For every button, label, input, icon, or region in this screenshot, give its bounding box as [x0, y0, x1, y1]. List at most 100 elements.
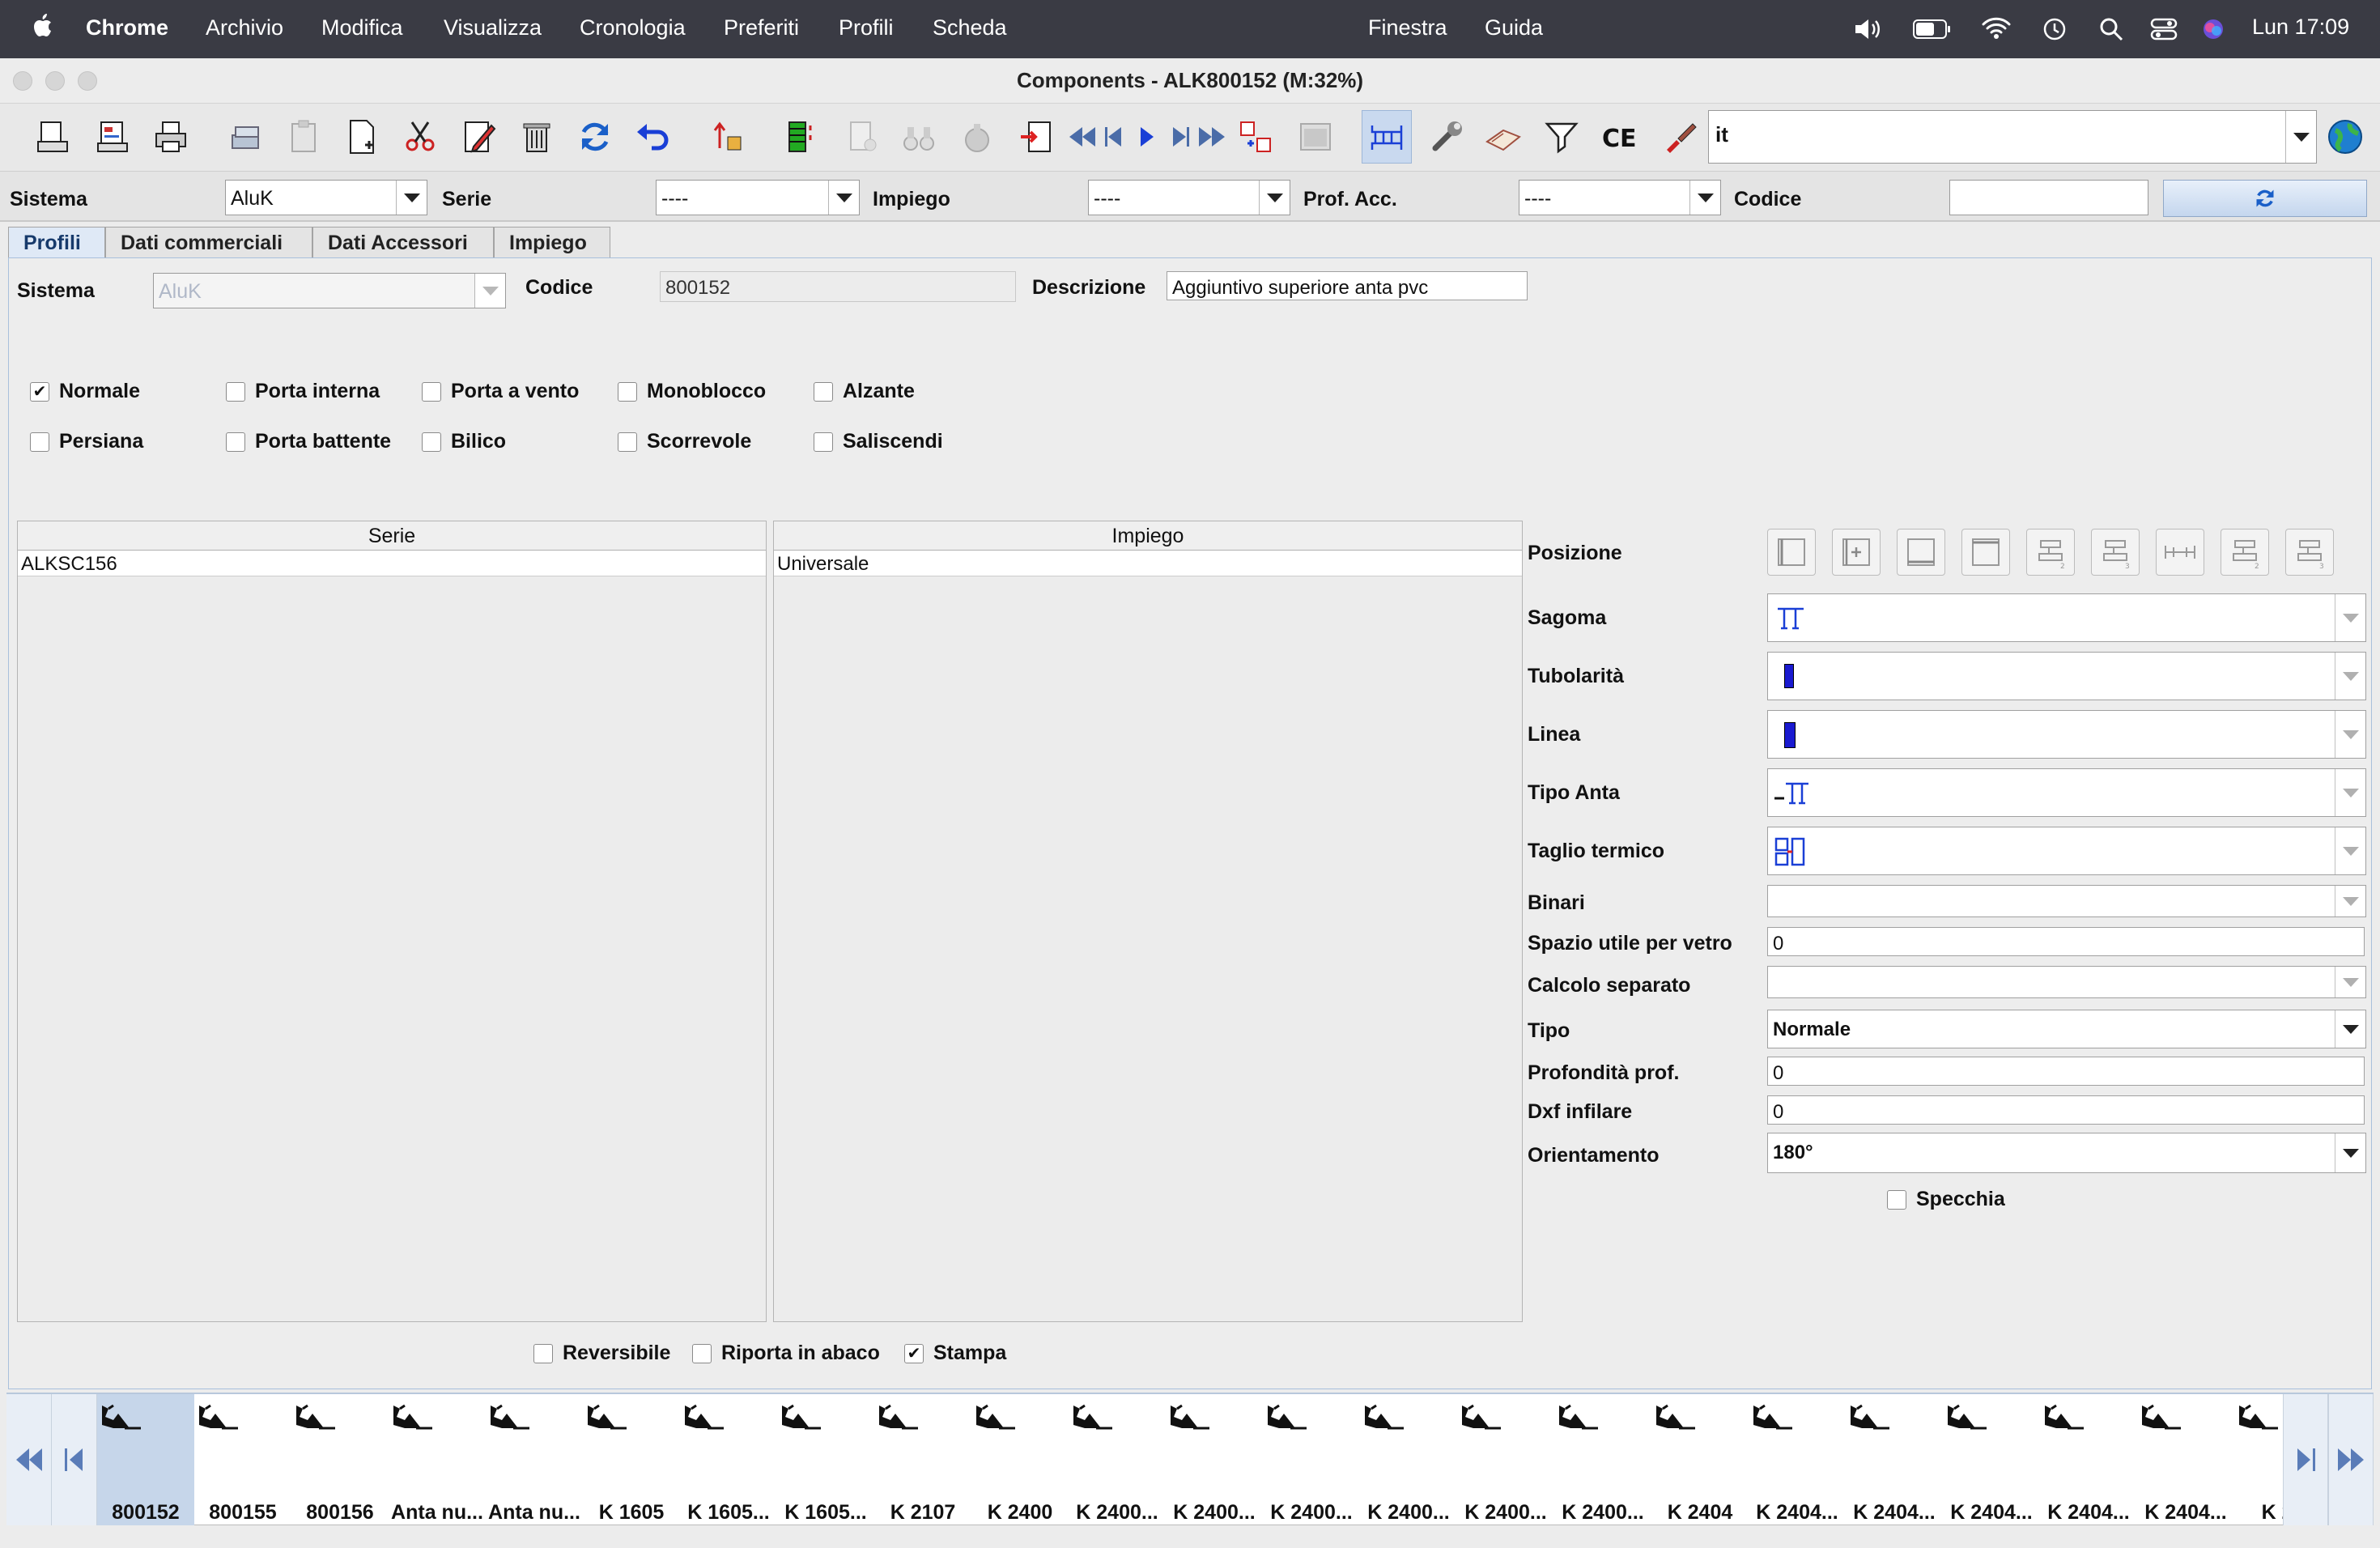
- list-item[interactable]: Universale: [774, 551, 1522, 576]
- profile-view-button[interactable]: [1362, 110, 1412, 164]
- position-transom-2-button[interactable]: 2: [2026, 529, 2075, 576]
- strip-item[interactable]: K 2404...: [1846, 1394, 1943, 1525]
- cut-button[interactable]: [395, 110, 445, 164]
- chevron-down-icon[interactable]: [1259, 181, 1290, 215]
- menu-visualizza[interactable]: Visualizza: [444, 15, 542, 40]
- document-settings-button[interactable]: [837, 110, 887, 164]
- checkbox-saliscendi[interactable]: Saliscendi: [814, 430, 943, 453]
- strip-item[interactable]: K 2400...: [1554, 1394, 1651, 1525]
- tab-profili[interactable]: Profili: [8, 227, 105, 257]
- tubolarita-combo[interactable]: [1767, 652, 2366, 700]
- taglio-termico-combo[interactable]: [1767, 827, 2366, 875]
- spotlight-search-icon[interactable]: [2098, 16, 2124, 42]
- impiego-list-header[interactable]: Impiego: [774, 521, 1522, 551]
- strip-item[interactable]: K 2400...: [1457, 1394, 1554, 1525]
- sort-button[interactable]: [703, 110, 753, 164]
- chevron-down-icon[interactable]: [2335, 769, 2365, 816]
- strip-item[interactable]: K 2400...: [1166, 1394, 1263, 1525]
- checkbox-normale[interactable]: ✔ Normale: [30, 380, 140, 403]
- strip-item[interactable]: K 2400...: [1263, 1394, 1360, 1525]
- strip-item[interactable]: 800152: [97, 1394, 194, 1525]
- control-center-icon[interactable]: [2150, 16, 2178, 42]
- checkbox-riporta-in-abaco[interactable]: Riporta in abaco: [692, 1342, 880, 1365]
- serie-list[interactable]: Serie ALKSC156: [17, 521, 767, 1322]
- stack-button[interactable]: [220, 110, 270, 164]
- strip-item[interactable]: 800156: [291, 1394, 389, 1525]
- compare-button[interactable]: [1230, 110, 1281, 164]
- strip-item[interactable]: Anta nu...: [389, 1394, 486, 1525]
- strip-item[interactable]: K 1605: [583, 1394, 680, 1525]
- ce-marking-button[interactable]: CE: [1595, 110, 1645, 164]
- catalog-button[interactable]: [1478, 110, 1528, 164]
- position-mullion-button[interactable]: [2156, 529, 2204, 576]
- export-button[interactable]: [1012, 110, 1062, 164]
- paste-button[interactable]: [278, 110, 329, 164]
- chevron-down-icon[interactable]: [2335, 594, 2365, 641]
- codice-field[interactable]: 800152: [660, 271, 1016, 302]
- web-button[interactable]: [2320, 110, 2370, 164]
- time-machine-icon[interactable]: [2042, 16, 2068, 42]
- impiego-list[interactable]: Impiego Universale: [773, 521, 1523, 1322]
- print-button[interactable]: [146, 110, 196, 164]
- position-left-button[interactable]: [1767, 529, 1816, 576]
- chevron-down-icon[interactable]: [396, 181, 427, 215]
- strip-item[interactable]: K 24: [2234, 1394, 2283, 1525]
- strip-item[interactable]: K 1605...: [777, 1394, 874, 1525]
- checkbox-persiana[interactable]: Persiana: [30, 430, 143, 453]
- serie-list-header[interactable]: Serie: [18, 521, 766, 551]
- chevron-down-icon[interactable]: [1689, 181, 1720, 215]
- spazio-vetro-input[interactable]: 0: [1767, 927, 2365, 956]
- chevron-down-icon[interactable]: [2285, 111, 2316, 163]
- last-record-button[interactable]: [1187, 110, 1237, 164]
- chevron-down-icon[interactable]: [2335, 886, 2365, 916]
- tipo-anta-combo[interactable]: [1767, 768, 2366, 817]
- menu-guida[interactable]: Guida: [1485, 15, 1543, 40]
- filter-refresh-button[interactable]: [2163, 180, 2367, 217]
- new-document-button[interactable]: [337, 110, 387, 164]
- menu-app-chrome[interactable]: Chrome: [86, 15, 168, 40]
- menu-archivio[interactable]: Archivio: [206, 15, 283, 40]
- chevron-down-icon[interactable]: [2335, 1010, 2365, 1048]
- sagoma-combo[interactable]: [1767, 593, 2366, 642]
- strip-item[interactable]: K 2404: [1651, 1394, 1749, 1525]
- strip-last-button[interactable]: [2328, 1394, 2374, 1525]
- delete-button[interactable]: [512, 110, 562, 164]
- dxf-infilare-input[interactable]: 0: [1767, 1095, 2365, 1125]
- wifi-icon[interactable]: [1982, 16, 2011, 40]
- battery-icon[interactable]: [1912, 18, 1953, 40]
- window-button[interactable]: [1290, 110, 1341, 164]
- strip-item[interactable]: K 2404...: [2137, 1394, 2234, 1525]
- position-transom-3b-button[interactable]: 3: [2285, 529, 2334, 576]
- chevron-down-icon[interactable]: [2335, 967, 2365, 997]
- tab-dati-commerciali[interactable]: Dati commerciali: [105, 227, 312, 257]
- volume-icon[interactable]: [1852, 16, 1885, 42]
- strip-item[interactable]: K 2404...: [2040, 1394, 2137, 1525]
- checkbox-reversibile[interactable]: Reversibile: [533, 1342, 670, 1365]
- strip-item[interactable]: K 2400: [971, 1394, 1069, 1525]
- menubar-clock[interactable]: Lun 17:09: [2252, 15, 2349, 40]
- strip-next-button[interactable]: [2283, 1394, 2328, 1525]
- checkbox-specchia[interactable]: Specchia: [1887, 1188, 2005, 1211]
- calcolo-separato-combo[interactable]: [1767, 966, 2366, 998]
- menu-preferiti[interactable]: Preferiti: [724, 15, 799, 40]
- position-transom-3-button[interactable]: 3: [2091, 529, 2140, 576]
- language-combo[interactable]: it: [1708, 110, 2317, 164]
- filter-sistema-combo[interactable]: AluK: [225, 180, 427, 215]
- paint-button[interactable]: [1655, 110, 1705, 164]
- position-transom-2b-button[interactable]: 2: [2221, 529, 2269, 576]
- tab-dati-accessori[interactable]: Dati Accessori: [312, 227, 494, 257]
- print-preview-button[interactable]: [28, 110, 78, 164]
- linea-combo[interactable]: [1767, 710, 2366, 759]
- print-report-button[interactable]: [87, 110, 138, 164]
- strip-item[interactable]: K 2400...: [1360, 1394, 1457, 1525]
- siri-icon[interactable]: [2200, 16, 2226, 42]
- tools-button[interactable]: [1422, 110, 1472, 164]
- menu-scheda[interactable]: Scheda: [933, 15, 1007, 40]
- menu-profili[interactable]: Profili: [839, 15, 894, 40]
- chevron-down-icon[interactable]: [2335, 827, 2365, 874]
- orientamento-combo[interactable]: 180°: [1767, 1133, 2366, 1173]
- weight-button[interactable]: [952, 110, 1002, 164]
- apple-icon[interactable]: [32, 11, 55, 40]
- filter-impiego-combo[interactable]: ----: [1088, 180, 1290, 215]
- strip-item[interactable]: 800155: [194, 1394, 291, 1525]
